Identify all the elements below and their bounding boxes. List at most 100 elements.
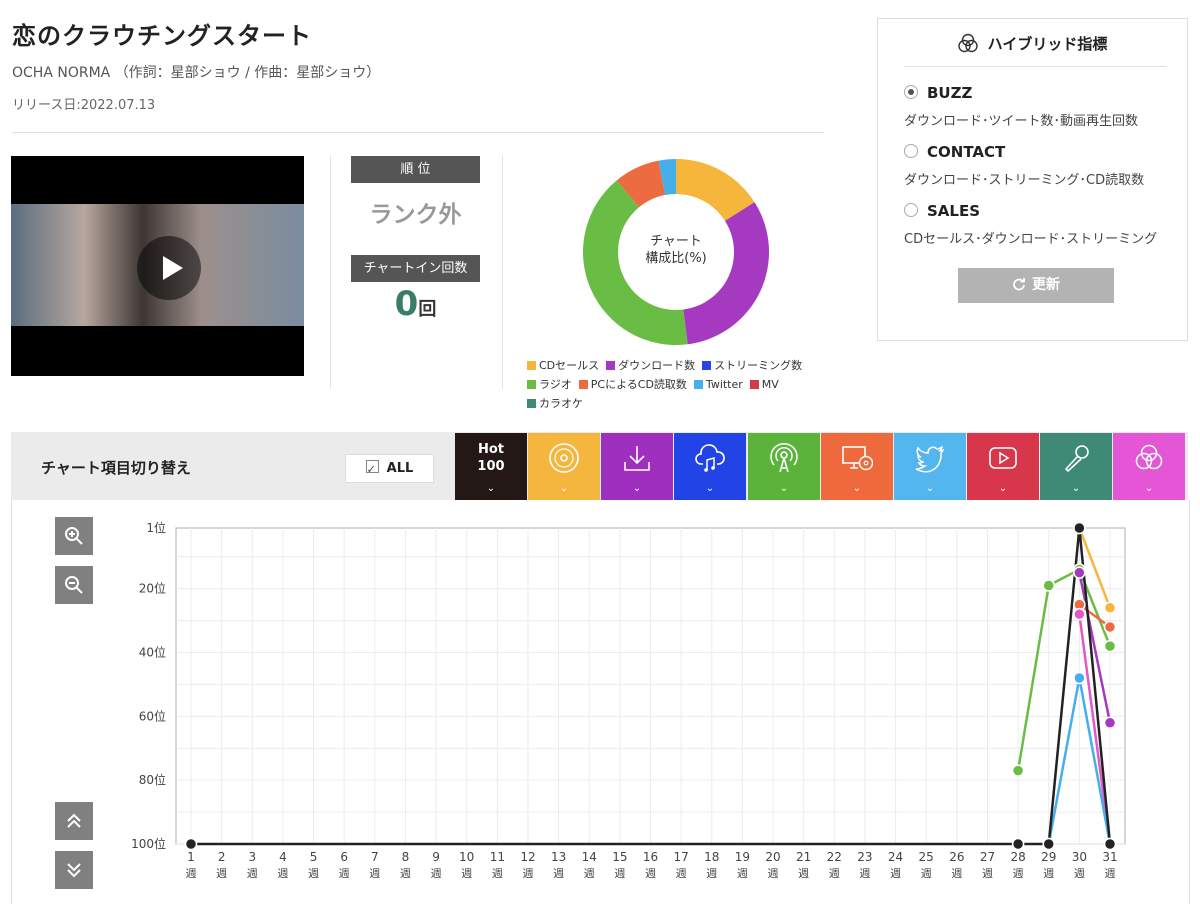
legend-label: CDセールス bbox=[539, 359, 600, 372]
legend-label: ストリーミング数 bbox=[714, 359, 803, 372]
refresh-icon bbox=[1013, 278, 1025, 291]
x-tick-label: 3 bbox=[248, 850, 256, 864]
donut-center-label: チャート 構成比(%) bbox=[612, 233, 740, 267]
radio-buzz[interactable] bbox=[904, 85, 918, 99]
x-tick-unit: 週 bbox=[522, 867, 533, 880]
series-point-4[interactable] bbox=[1103, 716, 1117, 729]
legend-swatch bbox=[702, 361, 712, 370]
legend-item: CDセールス bbox=[527, 356, 599, 375]
x-tick-label: 9 bbox=[432, 850, 440, 864]
series-point-6[interactable] bbox=[1103, 837, 1117, 851]
series-point-0[interactable] bbox=[1103, 639, 1117, 653]
rank-history-line-chart: 1位 20位 40位 60位 80位 100位 1 週 2 週 3 週 4 週 5 週 6 週 7 週 8 週 9 週 10 週 1… bbox=[131, 520, 1126, 880]
y-tick-label: 1位 bbox=[146, 520, 166, 535]
x-tick-label: 4 bbox=[279, 850, 287, 864]
series-point-1[interactable] bbox=[1103, 601, 1117, 615]
x-tick-unit: 週 bbox=[369, 867, 380, 880]
legend-item: ストリーミング数 bbox=[702, 356, 802, 375]
x-tick-label: 12 bbox=[520, 850, 535, 864]
zoom-in-button[interactable] bbox=[55, 517, 93, 555]
category-mv[interactable]: ⌄ bbox=[967, 433, 1039, 500]
series-point-2[interactable] bbox=[1103, 620, 1117, 634]
option-buzz[interactable]: BUZZ bbox=[904, 84, 972, 102]
category-radio[interactable]: ⌄ bbox=[748, 433, 820, 500]
x-tick-label: 27 bbox=[980, 850, 995, 864]
category-hybrid[interactable]: ⌄ bbox=[1113, 433, 1185, 500]
x-tick-label: 22 bbox=[827, 850, 842, 864]
scroll-down-button[interactable] bbox=[55, 851, 93, 889]
scroll-up-button[interactable] bbox=[55, 802, 93, 840]
refresh-label: 更新 bbox=[1032, 277, 1060, 293]
category-streaming[interactable]: ⌄ bbox=[674, 433, 746, 500]
legend-item: Twitter bbox=[693, 375, 743, 394]
option-buzz-label: BUZZ bbox=[927, 84, 973, 102]
option-sales[interactable]: SALES bbox=[904, 202, 980, 220]
category-twitter[interactable]: ⌄ bbox=[894, 433, 966, 500]
x-tick-unit: 週 bbox=[584, 867, 595, 880]
legend-item: PCによるCD読取数 bbox=[578, 375, 687, 394]
video-player[interactable] bbox=[11, 156, 304, 376]
legend-swatch bbox=[693, 380, 703, 389]
x-tick-label: 30 bbox=[1072, 850, 1087, 864]
chevron-down-icon: ⌄ bbox=[852, 483, 862, 494]
y-tick-label: 80位 bbox=[139, 772, 166, 787]
series-point-0[interactable] bbox=[1042, 579, 1055, 592]
option-contact[interactable]: CONTACT bbox=[904, 143, 1005, 161]
category-cd-sales[interactable]: ⌄ bbox=[528, 433, 600, 500]
x-tick-label: 31 bbox=[1102, 850, 1117, 864]
x-tick-unit: 週 bbox=[798, 867, 809, 880]
radio-sales[interactable] bbox=[904, 203, 918, 217]
divider bbox=[12, 132, 824, 133]
x-tick-label: 7 bbox=[371, 850, 379, 864]
chevron-down-icon: ⌄ bbox=[925, 483, 935, 494]
x-tick-unit: 週 bbox=[645, 867, 656, 880]
category-pc-cd-read[interactable]: ⌄ bbox=[821, 433, 893, 500]
rank-label: 順 位 bbox=[351, 156, 480, 183]
cd-icon bbox=[549, 443, 579, 473]
x-tick-unit: 週 bbox=[859, 867, 870, 880]
x-tick-unit: 週 bbox=[614, 867, 625, 880]
divider bbox=[904, 66, 1167, 67]
x-tick-label: 18 bbox=[704, 850, 719, 864]
donut-legend: CDセールス ダウンロード数 ストリーミング数 ラジオ PCによるCD読取数 Twitte… bbox=[527, 356, 847, 413]
series-point-6[interactable] bbox=[1073, 521, 1086, 535]
category-download[interactable]: ⌄ bbox=[601, 433, 673, 500]
x-tick-label: 15 bbox=[612, 850, 627, 864]
play-icon[interactable] bbox=[137, 236, 201, 300]
all-toggle-button[interactable]: ALL bbox=[345, 454, 434, 483]
legend-label: カラオケ bbox=[539, 397, 583, 410]
x-tick-unit: 週 bbox=[186, 867, 197, 880]
series-point-0[interactable] bbox=[1011, 764, 1025, 777]
chevron-down-icon: ⌄ bbox=[1144, 483, 1154, 494]
x-tick-unit: 週 bbox=[492, 867, 503, 880]
x-tick-label: 24 bbox=[888, 850, 903, 864]
x-tick-unit: 週 bbox=[1105, 867, 1116, 880]
series-point-4[interactable] bbox=[1073, 566, 1086, 579]
series-point-5[interactable] bbox=[1073, 671, 1086, 685]
legend-item: MV bbox=[749, 375, 779, 394]
series-point-6[interactable] bbox=[184, 837, 198, 851]
refresh-button[interactable]: 更新 bbox=[958, 268, 1114, 303]
series-point-6[interactable] bbox=[1011, 837, 1025, 851]
x-tick-unit: 週 bbox=[461, 867, 472, 880]
x-tick-unit: 週 bbox=[676, 867, 687, 880]
radio-contact[interactable] bbox=[904, 144, 918, 158]
all-checkbox[interactable] bbox=[365, 456, 379, 483]
series-point-3[interactable] bbox=[1073, 607, 1086, 621]
legend-label: ラジオ bbox=[539, 378, 572, 391]
x-tick-label: 10 bbox=[459, 850, 474, 864]
pc-cd-icon bbox=[842, 446, 873, 471]
hot100-line2: 100 bbox=[477, 459, 505, 474]
circles-icon bbox=[957, 33, 978, 53]
circles-icon bbox=[1135, 444, 1163, 470]
microphone-icon bbox=[1064, 445, 1089, 473]
category-hot100[interactable]: Hot 100 ⌄ bbox=[455, 433, 527, 500]
category-karaoke[interactable]: ⌄ bbox=[1040, 433, 1112, 500]
hot100-line1: Hot bbox=[477, 442, 505, 457]
series-point-6[interactable] bbox=[1042, 837, 1055, 851]
y-tick-label: 40位 bbox=[139, 644, 166, 659]
zoom-out-button[interactable] bbox=[55, 566, 93, 604]
x-tick-unit: 週 bbox=[277, 867, 288, 880]
y-tick-label: 100位 bbox=[131, 836, 166, 851]
x-tick-unit: 週 bbox=[1013, 867, 1024, 880]
